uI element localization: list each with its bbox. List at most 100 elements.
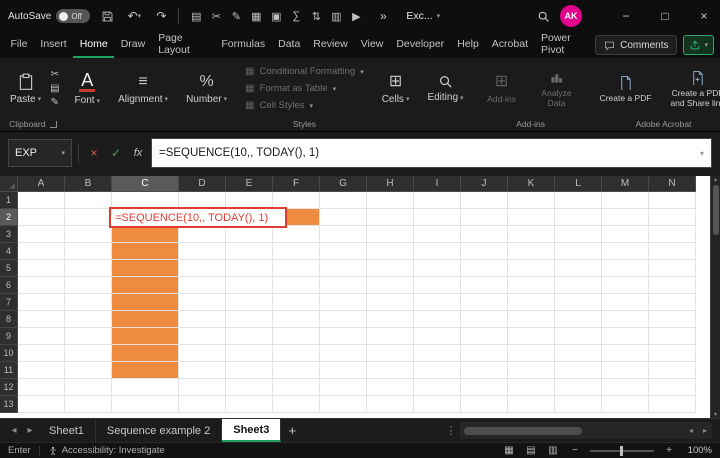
cell-E8[interactable] — [226, 311, 273, 328]
cell-N1[interactable] — [649, 192, 696, 209]
cell-A5[interactable] — [18, 260, 65, 277]
cell-M9[interactable] — [602, 328, 649, 345]
cell-I2[interactable] — [414, 209, 461, 226]
cell-B3[interactable] — [65, 226, 112, 243]
cell-I13[interactable] — [414, 396, 461, 413]
scroll-right-icon[interactable]: ▸ — [698, 426, 712, 435]
create-pdf-button[interactable]: Create a PDF — [592, 61, 660, 117]
cell-K9[interactable] — [508, 328, 555, 345]
cell-A4[interactable] — [18, 243, 65, 260]
zoom-level[interactable]: 100% — [684, 445, 712, 456]
cell-E3[interactable] — [226, 226, 273, 243]
cell-D4[interactable] — [179, 243, 226, 260]
cell-H10[interactable] — [367, 345, 414, 362]
ribbon-tab-page-layout[interactable]: Page Layout — [152, 32, 215, 58]
cell-L3[interactable] — [555, 226, 602, 243]
cell-F3[interactable] — [273, 226, 320, 243]
cell-H1[interactable] — [367, 192, 414, 209]
cell-E10[interactable] — [226, 345, 273, 362]
cell-H4[interactable] — [367, 243, 414, 260]
row-header-7[interactable]: 7 — [0, 294, 18, 311]
cell-L2[interactable] — [555, 209, 602, 226]
maximize-button[interactable]: □ — [649, 0, 681, 32]
cell-H11[interactable] — [367, 362, 414, 379]
cell-C12[interactable] — [112, 379, 179, 396]
cell-K5[interactable] — [508, 260, 555, 277]
cell-B9[interactable] — [65, 328, 112, 345]
column-header-L[interactable]: L — [555, 176, 602, 192]
cancel-button[interactable]: × — [85, 141, 103, 165]
cell-H3[interactable] — [367, 226, 414, 243]
create-pdf-share-button[interactable]: Create a PDF and Share link — [660, 61, 720, 117]
ribbon-tab-acrobat[interactable]: Acrobat — [485, 32, 534, 58]
cell-M6[interactable] — [602, 277, 649, 294]
cell-M11[interactable] — [602, 362, 649, 379]
cell-G7[interactable] — [320, 294, 367, 311]
name-box[interactable]: EXP ▾ — [8, 139, 72, 167]
column-header-I[interactable]: I — [414, 176, 461, 192]
cell-M4[interactable] — [602, 243, 649, 260]
ribbon-tab-file[interactable]: File — [4, 32, 34, 58]
cell-J3[interactable] — [461, 226, 508, 243]
cell-A9[interactable] — [18, 328, 65, 345]
cell-M5[interactable] — [602, 260, 649, 277]
comments-button[interactable]: Comments — [595, 35, 677, 55]
cell-M8[interactable] — [602, 311, 649, 328]
cell-I11[interactable] — [414, 362, 461, 379]
cell-G5[interactable] — [320, 260, 367, 277]
cell-K8[interactable] — [508, 311, 555, 328]
cell-L12[interactable] — [555, 379, 602, 396]
cell-F6[interactable] — [273, 277, 320, 294]
cell-B11[interactable] — [65, 362, 112, 379]
cell-J8[interactable] — [461, 311, 508, 328]
cell-M7[interactable] — [602, 294, 649, 311]
column-header-E[interactable]: E — [226, 176, 273, 192]
ribbon-tab-help[interactable]: Help — [451, 32, 486, 58]
cell-M12[interactable] — [602, 379, 649, 396]
ribbon-tab-formulas[interactable]: Formulas — [215, 32, 272, 58]
cell-N3[interactable] — [649, 226, 696, 243]
scroll-down-icon[interactable]: ▾ — [714, 411, 717, 418]
cell-I12[interactable] — [414, 379, 461, 396]
cell-G10[interactable] — [320, 345, 367, 362]
cell-L8[interactable] — [555, 311, 602, 328]
cell-J6[interactable] — [461, 277, 508, 294]
undo-button[interactable]: ↶▾ — [124, 4, 144, 28]
close-button[interactable]: × — [688, 0, 720, 32]
account-avatar[interactable]: AK — [560, 5, 582, 27]
row-header-3[interactable]: 3 — [0, 226, 18, 243]
ribbon-tab-draw[interactable]: Draw — [114, 32, 152, 58]
cell-D13[interactable] — [179, 396, 226, 413]
new-sheet-button[interactable]: + — [281, 419, 303, 442]
cell-L6[interactable] — [555, 277, 602, 294]
cell-I3[interactable] — [414, 226, 461, 243]
cell-F10[interactable] — [273, 345, 320, 362]
copy-icon[interactable]: ▤ — [50, 83, 59, 94]
cell-N10[interactable] — [649, 345, 696, 362]
row-header-8[interactable]: 8 — [0, 311, 18, 328]
cell-J9[interactable] — [461, 328, 508, 345]
cell-B4[interactable] — [65, 243, 112, 260]
cell-K6[interactable] — [508, 277, 555, 294]
cell-D11[interactable] — [179, 362, 226, 379]
cell-J4[interactable] — [461, 243, 508, 260]
cell-I5[interactable] — [414, 260, 461, 277]
cell-H13[interactable] — [367, 396, 414, 413]
cell-F11[interactable] — [273, 362, 320, 379]
paste-button[interactable]: Paste▾ — [4, 61, 47, 117]
cell-H9[interactable] — [367, 328, 414, 345]
cell-M3[interactable] — [602, 226, 649, 243]
workbook-title[interactable]: Exc... ▾ — [406, 10, 440, 22]
zoom-out-button[interactable]: − — [568, 445, 582, 456]
cell-E5[interactable] — [226, 260, 273, 277]
vertical-scroll-thumb[interactable] — [713, 185, 719, 235]
format-painter-icon[interactable]: ✎ — [50, 97, 59, 108]
cell-N12[interactable] — [649, 379, 696, 396]
column-header-J[interactable]: J — [461, 176, 508, 192]
cell-I9[interactable] — [414, 328, 461, 345]
cell-D8[interactable] — [179, 311, 226, 328]
cell-A11[interactable] — [18, 362, 65, 379]
qat-sort-filter-icon[interactable]: ⇅ — [306, 4, 326, 28]
cell-G6[interactable] — [320, 277, 367, 294]
qat-picture-icon[interactable]: ▣ — [266, 4, 286, 28]
